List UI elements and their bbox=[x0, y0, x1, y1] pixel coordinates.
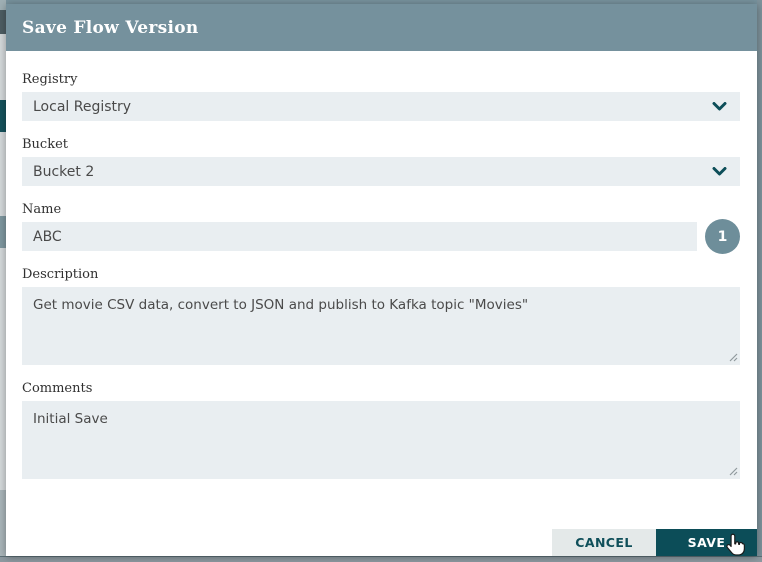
dialog-header: Save Flow Version bbox=[6, 4, 757, 51]
registry-field: Registry Local Registry bbox=[22, 72, 740, 121]
bucket-label: Bucket bbox=[22, 137, 69, 152]
backdrop-right bbox=[757, 0, 762, 556]
description-textarea-wrap: Get movie CSV data, convert to JSON and … bbox=[22, 287, 740, 365]
comments-textarea[interactable]: Initial Save bbox=[22, 401, 740, 479]
description-textarea[interactable]: Get movie CSV data, convert to JSON and … bbox=[22, 287, 740, 365]
bucket-field: Bucket Bucket 2 bbox=[22, 137, 740, 186]
registry-select-value: Local Registry bbox=[33, 98, 132, 115]
name-label: Name bbox=[22, 202, 62, 217]
dialog-actions: CANCEL SAVE bbox=[552, 529, 757, 556]
comments-textarea-wrap: Initial Save bbox=[22, 401, 740, 479]
bucket-select[interactable]: Bucket 2 bbox=[22, 157, 740, 186]
resize-handle-icon[interactable] bbox=[728, 352, 738, 362]
dialog-body: Registry Local Registry Bucket Bucket 2 … bbox=[6, 51, 757, 479]
dialog-title: Save Flow Version bbox=[22, 17, 199, 38]
description-field: Description Get movie CSV data, convert … bbox=[22, 267, 740, 365]
resize-handle-icon[interactable] bbox=[728, 466, 738, 476]
chevron-down-icon bbox=[712, 167, 727, 176]
name-row: 1 bbox=[22, 219, 740, 254]
bucket-select-value: Bucket 2 bbox=[33, 163, 95, 180]
cancel-button[interactable]: CANCEL bbox=[552, 529, 656, 556]
step-badge: 1 bbox=[705, 219, 740, 254]
comments-field: Comments Initial Save bbox=[22, 381, 740, 479]
registry-select[interactable]: Local Registry bbox=[22, 92, 740, 121]
description-label: Description bbox=[22, 267, 99, 282]
name-input[interactable] bbox=[22, 222, 697, 251]
name-field: Name 1 bbox=[22, 202, 740, 254]
chevron-down-icon bbox=[712, 102, 727, 111]
save-flow-version-dialog: Save Flow Version Registry Local Registr… bbox=[6, 4, 757, 556]
backdrop-bottom bbox=[0, 556, 762, 562]
save-button[interactable]: SAVE bbox=[656, 529, 757, 556]
comments-label: Comments bbox=[22, 381, 93, 396]
registry-label: Registry bbox=[22, 72, 78, 87]
